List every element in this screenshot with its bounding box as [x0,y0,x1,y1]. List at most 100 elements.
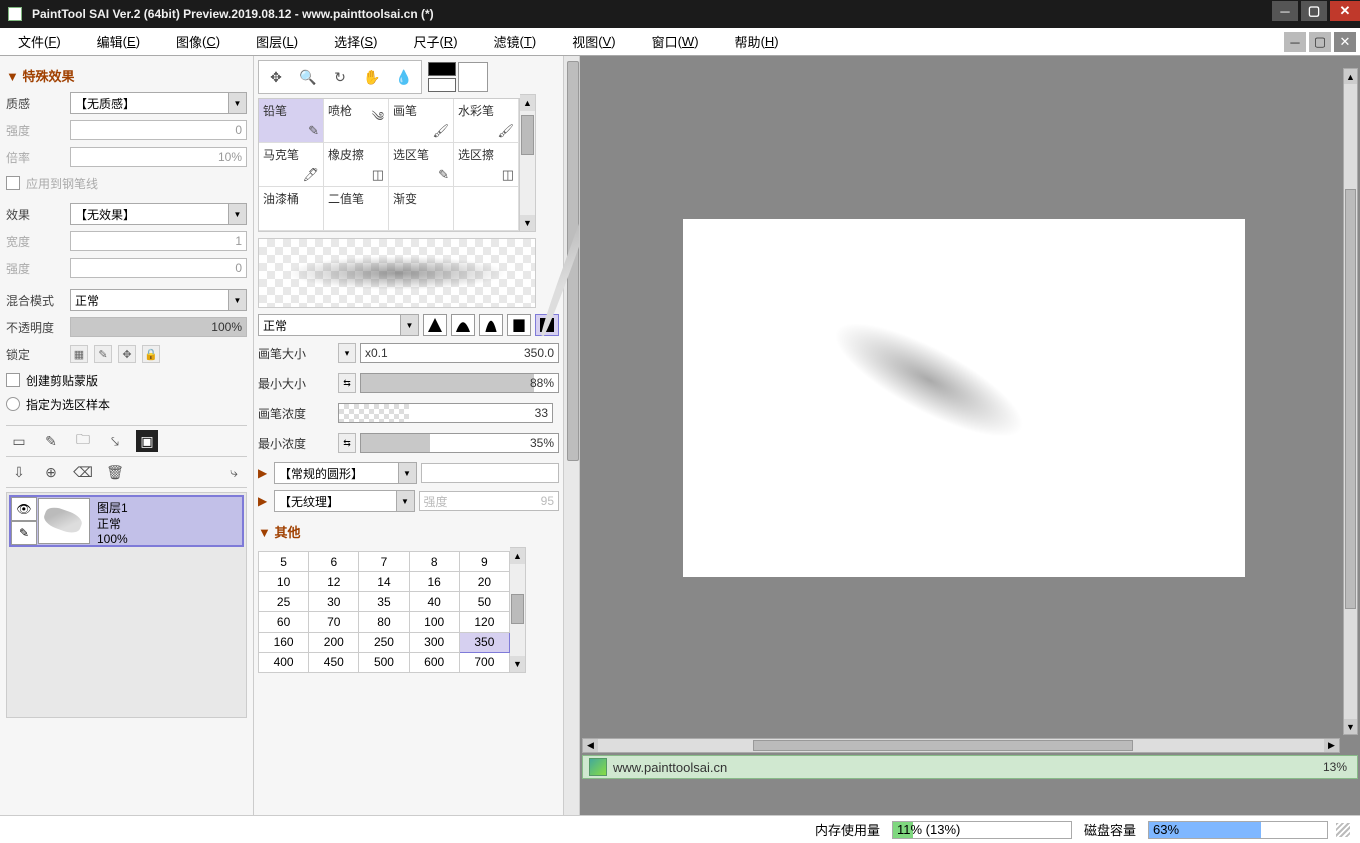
scroll-down-icon[interactable]: ▼ [510,656,525,672]
document-tab[interactable]: www.painttoolsai.cn 13% [582,755,1358,779]
scale-value[interactable]: 10% [70,147,247,167]
brush-size-cell[interactable]: 20 [459,572,509,592]
brush-size-cell[interactable]: 60 [259,612,309,632]
menu-filter[interactable]: 滤镜(T) [476,28,555,55]
zoom-tool-icon[interactable]: 🔍 [293,63,323,91]
min-density-slider[interactable]: 35% [360,433,559,453]
brush-select-pen[interactable]: 选区笔✎ [389,143,454,187]
mdi-maximize-button[interactable]: ▢ [1309,32,1331,52]
section-special-effects[interactable]: ▼ 特殊效果 [6,66,247,85]
menu-select[interactable]: 选择(S) [316,28,395,55]
brush-size-cell[interactable]: 9 [459,552,509,572]
brush-size-cell[interactable]: 16 [409,572,459,592]
brush-size-cell[interactable]: 6 [309,552,359,572]
brush-size-cell[interactable]: 70 [309,612,359,632]
lock-pixel-icon[interactable]: ✎ [94,345,112,363]
link-icon[interactable]: ⇆ [338,373,356,393]
brush-bucket[interactable]: 油漆桶 [259,187,324,231]
window-minimize-button[interactable]: ─ [1272,1,1298,21]
brush-airbrush[interactable]: 喷枪༄ [324,99,389,143]
resize-grip-icon[interactable] [1336,823,1350,837]
texture-select[interactable]: 【无质感】▼ [70,92,247,114]
layer-list[interactable]: 👁 ✎ 图层1 正常 100% [6,492,247,718]
brush-binary[interactable]: 二值笔 [324,187,389,231]
clear-layer-icon[interactable]: ⌫ [72,461,94,483]
menu-edit[interactable]: 编辑(E) [79,28,158,55]
brush-watercolor[interactable]: 水彩笔🖌 [454,99,519,143]
layer-mask-icon[interactable]: ▣ [136,430,158,452]
duplicate-layer-icon[interactable]: ⊕ [40,461,62,483]
brush-size-cell[interactable]: 40 [409,592,459,612]
brush-size-cell[interactable]: 200 [309,632,359,652]
brush-shape-value[interactable] [421,463,560,483]
menu-view[interactable]: 视图(V) [554,28,633,55]
scroll-right-icon[interactable]: ▶ [1324,739,1339,752]
size-table-scrollbar[interactable]: ▲ ▼ [510,547,526,673]
width-value[interactable]: 1 [70,231,247,251]
menu-image[interactable]: 图像(C) [158,28,238,55]
scroll-up-icon[interactable]: ▲ [510,548,525,564]
brush-size-cell[interactable]: 450 [309,652,359,672]
brush-size-cell[interactable]: 300 [409,632,459,652]
menu-help[interactable]: 帮助(H) [717,28,797,55]
brush-size-cell[interactable]: 160 [259,632,309,652]
scroll-up-icon[interactable]: ▲ [520,95,535,111]
menu-window[interactable]: 窗口(W) [634,28,717,55]
merge-down-icon[interactable]: ⇩ [8,461,30,483]
window-close-button[interactable]: ✕ [1330,1,1360,21]
brush-size-cell[interactable]: 12 [309,572,359,592]
mdi-minimize-button[interactable]: ─ [1284,32,1306,52]
apply-pen-checkbox[interactable] [6,176,20,190]
brush-size-cell[interactable]: 50 [459,592,509,612]
lock-move-icon[interactable]: ✥ [118,345,136,363]
canvas-vertical-scrollbar[interactable]: ▲▼ [1343,68,1358,735]
opacity-slider[interactable]: 100% [70,317,247,337]
scroll-down-icon[interactable]: ▼ [520,215,535,231]
brush-grid-scrollbar[interactable]: ▲ ▼ [520,94,536,232]
menu-ruler[interactable]: 尺子(R) [395,28,475,55]
brush-size-cell[interactable]: 7 [359,552,409,572]
brush-texture-select[interactable]: 【无纹理】▼ [274,490,415,512]
brush-size-cell[interactable]: 350 [459,632,509,652]
selection-source-radio[interactable] [6,397,20,411]
new-linework-layer-icon[interactable]: ✎ [40,430,62,452]
brush-size-cell[interactable]: 25 [259,592,309,612]
brush-size-cell[interactable]: 80 [359,612,409,632]
brush-size-cell[interactable]: 30 [309,592,359,612]
hand-tool-icon[interactable]: ✋ [357,63,387,91]
density-slider[interactable]: 33 [338,403,553,423]
menu-file[interactable]: 文件(F) [0,28,79,55]
min-size-slider[interactable]: 88% [360,373,559,393]
canvas-horizontal-scrollbar[interactable]: ◀▶ [582,738,1340,753]
menu-layer[interactable]: 图层(L) [238,28,316,55]
section-other[interactable]: ▼ 其他 [258,522,559,541]
delete-layer-icon[interactable]: 🗑 [104,461,126,483]
brush-select-eraser[interactable]: 选区擦◫ [454,143,519,187]
edge-hard-icon[interactable] [507,314,531,336]
brush-texture-intensity[interactable]: 强度95 [419,491,560,511]
brush-size-cell[interactable]: 10 [259,572,309,592]
brush-gradient[interactable]: 渐变 [389,187,454,231]
blend-select[interactable]: 正常▼ [70,289,247,311]
foreground-color[interactable] [428,62,456,76]
brush-size-slider[interactable]: x0.1350.0 [360,343,559,363]
brush-eraser[interactable]: 橡皮擦◫ [324,143,389,187]
intensity-value[interactable]: 0 [70,120,247,140]
brush-brush[interactable]: 画笔🖌 [389,99,454,143]
rotate-tool-icon[interactable]: ↻ [325,63,355,91]
brush-size-cell[interactable]: 500 [359,652,409,672]
intensity2-value[interactable]: 0 [70,258,247,278]
link-icon[interactable]: ⇆ [338,433,356,453]
canvas-viewport[interactable] [600,68,1340,735]
edge-soft-icon[interactable] [423,314,447,336]
brush-shape-select[interactable]: 【常规的圆形】▼ [274,462,417,484]
color-preview[interactable] [458,62,488,92]
brush-size-cell[interactable]: 700 [459,652,509,672]
eyedropper-tool-icon[interactable]: 💧 [389,63,419,91]
scroll-down-icon[interactable]: ▼ [1344,719,1357,734]
brush-size-cell[interactable]: 8 [409,552,459,572]
expand-icon[interactable]: ▶ [258,494,270,508]
move-tool-icon[interactable]: ✥ [261,63,291,91]
window-maximize-button[interactable]: ▢ [1301,1,1327,21]
new-folder-icon[interactable]: 🗀 [72,430,94,452]
